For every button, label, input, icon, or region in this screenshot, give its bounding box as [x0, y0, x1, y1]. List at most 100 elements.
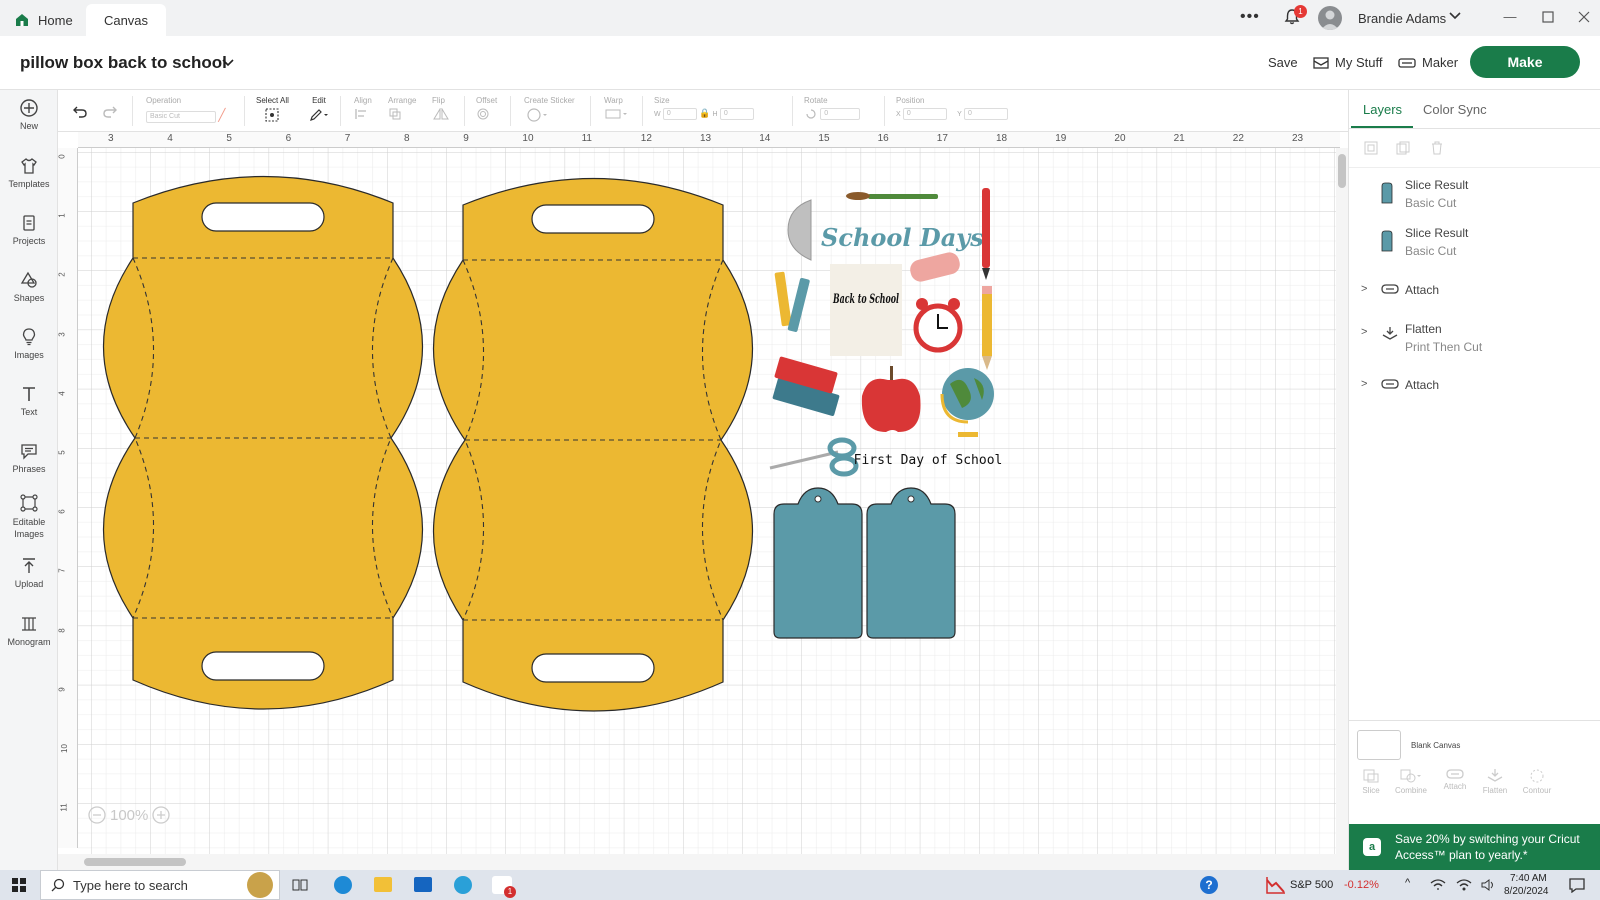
scrollbar-thumb[interactable] [84, 858, 186, 866]
editable-images-icon [20, 494, 38, 512]
y-input[interactable]: 0 [964, 108, 1009, 120]
sidebar-item-new[interactable]: New [0, 98, 58, 131]
offset-control[interactable]: Offset [476, 96, 497, 122]
duplicate-icon[interactable] [1395, 140, 1411, 156]
tab-layers[interactable]: Layers [1363, 102, 1402, 117]
width-input[interactable]: 0 [662, 108, 697, 120]
warp-control[interactable]: Warp [604, 96, 628, 122]
chevron-right-icon[interactable]: > [1361, 378, 1367, 390]
clock-time[interactable]: 7:40 AM [1510, 873, 1547, 884]
create-sticker-control[interactable]: Create Sticker [524, 96, 575, 124]
sidebar-item-templates[interactable]: Templates [0, 156, 58, 189]
mail-icon[interactable] [414, 877, 432, 892]
help-icon[interactable]: ? [1200, 876, 1218, 894]
windows-start-icon[interactable] [12, 878, 26, 892]
skype-icon[interactable] [454, 876, 472, 894]
rotate-control[interactable]: Rotate 0 [804, 96, 861, 120]
avatar[interactable] [1318, 6, 1342, 30]
promo-banner[interactable]: a Save 20% by switching your Cricut Acce… [1349, 824, 1600, 870]
redo-icon[interactable] [102, 104, 118, 118]
sidebar-item-phrases[interactable]: Phrases [0, 441, 58, 474]
sidebar-item-shapes[interactable]: Shapes [0, 270, 58, 303]
vertical-scrollbar[interactable] [1336, 148, 1348, 854]
trash-icon[interactable] [1429, 140, 1445, 156]
tag-left[interactable] [773, 487, 863, 639]
ruler-tick-label: 8 [58, 627, 67, 633]
contour-button[interactable]: Contour [1517, 768, 1557, 795]
select-all-button[interactable]: Select All [256, 96, 289, 124]
wifi-icon[interactable] [1456, 878, 1472, 892]
chevron-down-icon[interactable] [1448, 9, 1462, 23]
blank-canvas-swatch[interactable] [1357, 730, 1401, 760]
sidebar-item-upload[interactable]: Upload [0, 556, 58, 589]
red-pen-image[interactable] [982, 188, 990, 280]
make-button[interactable]: Make [1470, 46, 1580, 78]
minimize-icon[interactable]: — [1502, 9, 1518, 25]
height-input[interactable]: 0 [719, 108, 754, 120]
group-icon[interactable] [1363, 140, 1379, 156]
slice-button[interactable]: Slice [1351, 768, 1391, 795]
chevron-down-icon[interactable] [221, 56, 235, 70]
tab-home[interactable]: Home [14, 4, 73, 36]
operation-select[interactable]: Basic Cut [146, 110, 216, 123]
scrollbar-thumb[interactable] [1338, 154, 1346, 188]
undo-icon[interactable] [72, 104, 88, 118]
my-stuff-button[interactable]: My Stuff [1313, 55, 1382, 70]
alarm-clock-image[interactable] [913, 298, 963, 353]
maker-button[interactable]: Maker [1398, 55, 1458, 70]
sidebar-item-projects[interactable]: Projects [0, 213, 58, 246]
zoom-out-icon[interactable] [88, 806, 106, 824]
more-options-icon[interactable]: ••• [1240, 8, 1260, 26]
canvas-grid[interactable]: School Days Back to School First Day of … [78, 148, 1336, 854]
notifications-icon[interactable] [1568, 877, 1586, 893]
tag-right[interactable] [866, 487, 956, 639]
close-icon[interactable] [1576, 9, 1592, 25]
tool-label: Attach [1443, 782, 1467, 791]
design-canvas[interactable]: 3 4 5 6 7 8 9 10 11 12 13 14 15 16 17 18 19 20 21 22 23 0123… [58, 132, 1348, 870]
edge-icon[interactable] [334, 876, 352, 894]
size-control[interactable]: Size W 0 🔒 H 0 [654, 96, 754, 120]
maximize-icon[interactable] [1540, 9, 1556, 25]
first-day-text[interactable]: First Day of School [854, 453, 1003, 468]
tab-canvas[interactable]: Canvas [86, 4, 166, 36]
operation-control[interactable]: Operation Basic Cut ╱ [146, 96, 225, 123]
user-name[interactable]: Brandie Adams [1358, 11, 1446, 26]
save-button[interactable]: Save [1268, 55, 1298, 70]
chevron-up-icon[interactable]: ^ [1405, 877, 1410, 889]
school-days-image[interactable]: School Days [821, 223, 984, 252]
project-title[interactable]: pillow box back to school [20, 53, 227, 73]
pillow-box-right[interactable] [432, 177, 754, 712]
file-explorer-icon[interactable] [374, 877, 392, 892]
arrange-control[interactable]: Arrange [388, 96, 416, 122]
horizontal-scrollbar[interactable] [58, 854, 1348, 870]
pillow-box-left[interactable] [102, 175, 424, 710]
edit-button[interactable]: Edit [308, 96, 330, 124]
sidebar-item-monogram[interactable]: Monogram [0, 614, 58, 647]
attach-button[interactable]: Attach [1435, 768, 1475, 791]
task-view-icon[interactable] [292, 878, 308, 892]
stock-name[interactable]: S&P 500 [1290, 879, 1333, 891]
combine-button[interactable]: Combine [1391, 768, 1431, 795]
align-control[interactable]: Align [354, 96, 374, 122]
zoom-in-icon[interactable] [152, 806, 171, 824]
x-input[interactable]: 0 [902, 108, 947, 120]
blank-canvas-item[interactable]: Blank Canvas [1357, 730, 1460, 760]
sidebar-item-editable-images[interactable]: Editable Images [0, 493, 58, 540]
network-icon[interactable] [1430, 878, 1446, 892]
tab-color-sync[interactable]: Color Sync [1423, 102, 1487, 117]
rotate-input[interactable]: 0 [820, 108, 861, 120]
pencil-image[interactable] [982, 286, 992, 370]
flatten-button[interactable]: Flatten [1475, 768, 1515, 795]
lock-icon[interactable]: 🔒 [699, 108, 710, 118]
position-control[interactable]: Position X 0 Y 0 [896, 96, 1009, 120]
taskbar-search[interactable]: Type here to search [40, 870, 280, 900]
flip-control[interactable]: Flip [432, 96, 452, 122]
sidebar-item-images[interactable]: Images [0, 327, 58, 360]
clock-date[interactable]: 8/20/2024 [1504, 886, 1549, 897]
attach-icon [1381, 379, 1399, 389]
sidebar-item-text[interactable]: Text [0, 384, 58, 417]
back-to-school-sign-image[interactable]: Back to School [830, 264, 902, 356]
chevron-right-icon[interactable]: > [1361, 283, 1367, 295]
volume-icon[interactable] [1480, 878, 1496, 892]
chevron-right-icon[interactable]: > [1361, 326, 1367, 338]
